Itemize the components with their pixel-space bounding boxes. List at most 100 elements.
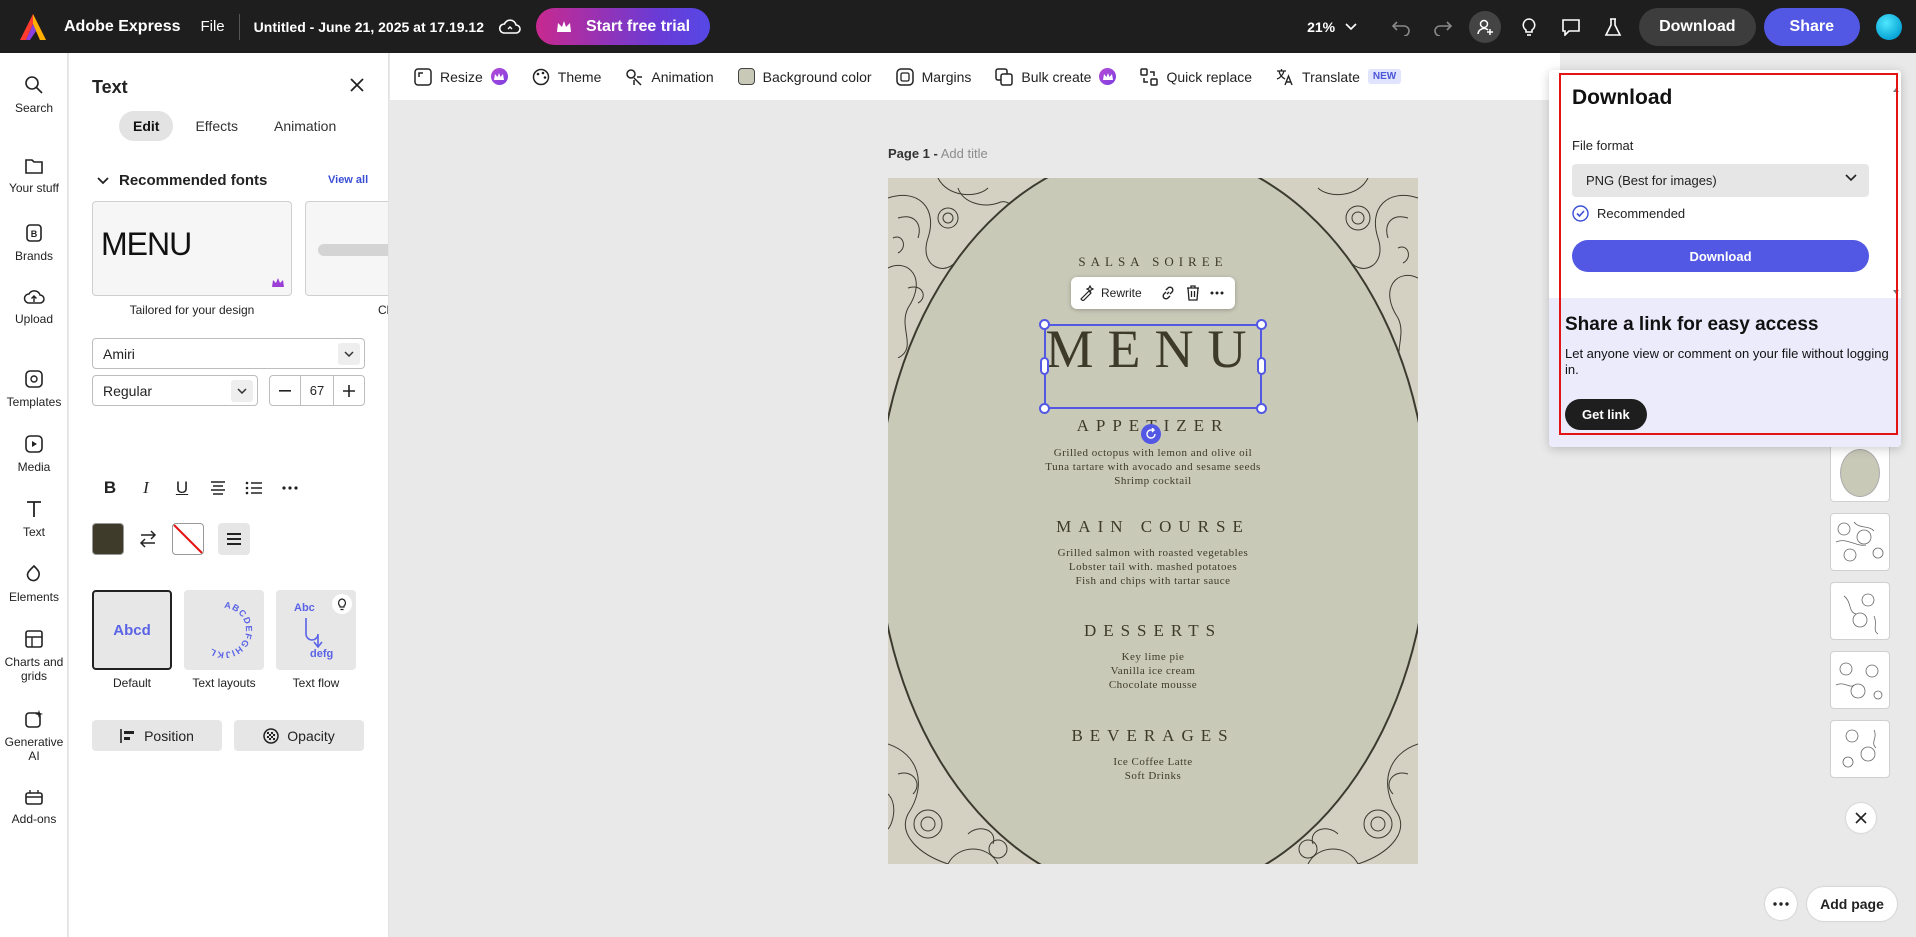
rail-label: Search bbox=[14, 101, 54, 115]
rail-item-search[interactable]: Search bbox=[0, 75, 68, 115]
resize-handle-right[interactable] bbox=[1257, 357, 1266, 375]
user-avatar[interactable] bbox=[1876, 13, 1902, 40]
font-weight-select[interactable]: Regular bbox=[92, 375, 258, 406]
section-heading-main-course[interactable]: MAIN COURSE bbox=[888, 517, 1418, 537]
check-circle-icon bbox=[1572, 205, 1589, 222]
rewrite-button[interactable]: Rewrite bbox=[1079, 285, 1142, 301]
section-heading-beverages[interactable]: BEVERAGES bbox=[888, 726, 1418, 746]
selection-box[interactable] bbox=[1044, 324, 1262, 409]
resize-handle-bottom-right[interactable] bbox=[1256, 403, 1267, 414]
popover-download-button[interactable]: Download bbox=[1572, 240, 1869, 272]
section-heading-desserts[interactable]: DESSERTS bbox=[888, 621, 1418, 641]
add-title-input[interactable]: Add title bbox=[941, 146, 988, 161]
redo-icon[interactable] bbox=[1427, 11, 1459, 43]
resize-handle-left[interactable] bbox=[1040, 357, 1049, 375]
thumbnail-floral-3[interactable] bbox=[1830, 651, 1890, 709]
invite-user-icon[interactable] bbox=[1469, 10, 1502, 43]
menu-subtitle[interactable]: SALSA SOIREE bbox=[888, 254, 1418, 270]
animation-label: Animation bbox=[651, 68, 714, 85]
rail-item-generative-ai[interactable]: Generative AI bbox=[0, 709, 68, 763]
highlight-color-none-swatch[interactable] bbox=[172, 523, 204, 555]
italic-button[interactable]: I bbox=[128, 473, 164, 503]
style-card-default[interactable]: Abcd bbox=[92, 590, 172, 670]
zoom-control[interactable]: 21% bbox=[1307, 19, 1357, 35]
download-button[interactable]: Download bbox=[1639, 7, 1756, 46]
resize-handle-top-left[interactable] bbox=[1039, 319, 1050, 330]
rail-item-elements[interactable]: Elements bbox=[0, 564, 68, 604]
undo-icon[interactable] bbox=[1385, 11, 1417, 43]
adobe-express-logo[interactable] bbox=[16, 10, 50, 44]
file-format-select[interactable]: PNG (Best for images) bbox=[1572, 164, 1869, 197]
section-items-appetizer[interactable]: Grilled octopus with lemon and olive oil… bbox=[888, 446, 1418, 488]
popover-scrollbar[interactable] bbox=[1893, 86, 1899, 296]
lightbulb-icon[interactable] bbox=[332, 594, 352, 614]
get-link-button[interactable]: Get link bbox=[1565, 399, 1647, 430]
rail-item-add-ons[interactable]: Add-ons bbox=[0, 788, 68, 826]
font-card-tailored[interactable]: MENU bbox=[92, 201, 292, 296]
document-title[interactable]: Untitled - June 21, 2025 at 17.19.12 bbox=[254, 19, 484, 35]
more-options-icon[interactable] bbox=[1210, 291, 1224, 295]
rail-item-upload[interactable]: Upload bbox=[0, 288, 68, 326]
file-menu[interactable]: File bbox=[200, 18, 224, 35]
position-button[interactable]: Position bbox=[92, 720, 222, 751]
thumbnail-floral-4[interactable] bbox=[1830, 720, 1890, 778]
tab-animation[interactable]: Animation bbox=[260, 111, 350, 141]
thumbnail-oval[interactable] bbox=[1830, 444, 1890, 502]
rail-item-brands[interactable]: B Brands bbox=[0, 223, 68, 263]
comment-icon[interactable] bbox=[1555, 11, 1587, 43]
add-page-button[interactable]: Add page bbox=[1807, 887, 1897, 921]
font-size-input[interactable]: 67 bbox=[300, 375, 334, 406]
share-button[interactable]: Share bbox=[1763, 7, 1860, 46]
resize-handle-bottom-left[interactable] bbox=[1039, 403, 1050, 414]
underline-button[interactable]: U bbox=[164, 473, 200, 503]
decrease-size-button[interactable] bbox=[270, 375, 300, 406]
style-card-text-flow[interactable]: Abc defg bbox=[276, 590, 356, 670]
margins-button[interactable]: Margins bbox=[895, 67, 971, 86]
start-free-trial-button[interactable]: Start free trial bbox=[536, 8, 711, 45]
bulk-create-button[interactable]: Bulk create bbox=[995, 67, 1117, 86]
more-options-icon[interactable] bbox=[272, 473, 308, 503]
line-spacing-icon[interactable] bbox=[218, 523, 250, 555]
font-card-second[interactable] bbox=[305, 201, 388, 296]
theme-button[interactable]: Theme bbox=[532, 68, 601, 86]
close-icon[interactable] bbox=[349, 77, 365, 93]
recommended-fonts-toggle[interactable]: Recommended fonts bbox=[97, 172, 267, 189]
resize-handle-top-right[interactable] bbox=[1256, 319, 1267, 330]
rail-item-templates[interactable]: Templates bbox=[0, 369, 68, 409]
text-color-swatch[interactable] bbox=[92, 523, 124, 555]
section-items-desserts[interactable]: Key lime pie Vanilla ice cream Chocolate… bbox=[888, 650, 1418, 692]
translate-button[interactable]: Translate NEW bbox=[1276, 68, 1402, 86]
font-family-select[interactable]: Amiri bbox=[92, 338, 365, 369]
link-icon[interactable] bbox=[1160, 285, 1176, 301]
rail-item-text[interactable]: Text bbox=[0, 499, 68, 539]
section-items-beverages[interactable]: Ice Coffee Latte Soft Drinks bbox=[888, 755, 1418, 783]
rail-item-media[interactable]: Media bbox=[0, 434, 68, 474]
list-icon[interactable] bbox=[236, 473, 272, 503]
rail-item-charts-and-grids[interactable]: Charts and grids bbox=[0, 629, 68, 683]
tab-effects[interactable]: Effects bbox=[181, 111, 252, 141]
thumbnail-floral-1[interactable] bbox=[1830, 513, 1890, 571]
cloud-sync-icon[interactable] bbox=[498, 17, 522, 37]
app-name[interactable]: Adobe Express bbox=[64, 18, 180, 36]
rotate-handle[interactable] bbox=[1141, 424, 1161, 444]
opacity-button[interactable]: Opacity bbox=[234, 720, 364, 751]
style-card-text-layouts[interactable]: ABCDEFGHIJKL bbox=[184, 590, 264, 670]
labs-flask-icon[interactable] bbox=[1597, 11, 1629, 43]
thumbnail-floral-2[interactable] bbox=[1830, 582, 1890, 640]
background-color-button[interactable]: Background color bbox=[737, 68, 872, 85]
align-icon[interactable] bbox=[200, 473, 236, 503]
animation-button[interactable]: Animation bbox=[625, 68, 714, 86]
close-icon[interactable] bbox=[1846, 803, 1876, 833]
delete-icon[interactable] bbox=[1186, 285, 1200, 301]
rail-item-your-stuff[interactable]: Your stuff bbox=[0, 157, 68, 195]
lightbulb-icon[interactable] bbox=[1513, 11, 1545, 43]
swap-colors-icon[interactable] bbox=[138, 530, 158, 548]
more-options-icon[interactable] bbox=[1765, 888, 1797, 920]
tab-edit[interactable]: Edit bbox=[119, 111, 174, 141]
view-all-link[interactable]: View all bbox=[328, 174, 368, 186]
resize-button[interactable]: Resize bbox=[414, 67, 508, 86]
quick-replace-button[interactable]: Quick replace bbox=[1140, 67, 1252, 86]
section-items-main-course[interactable]: Grilled salmon with roasted vegetables L… bbox=[888, 546, 1418, 588]
increase-size-button[interactable] bbox=[334, 375, 364, 406]
bold-button[interactable]: B bbox=[92, 473, 128, 503]
